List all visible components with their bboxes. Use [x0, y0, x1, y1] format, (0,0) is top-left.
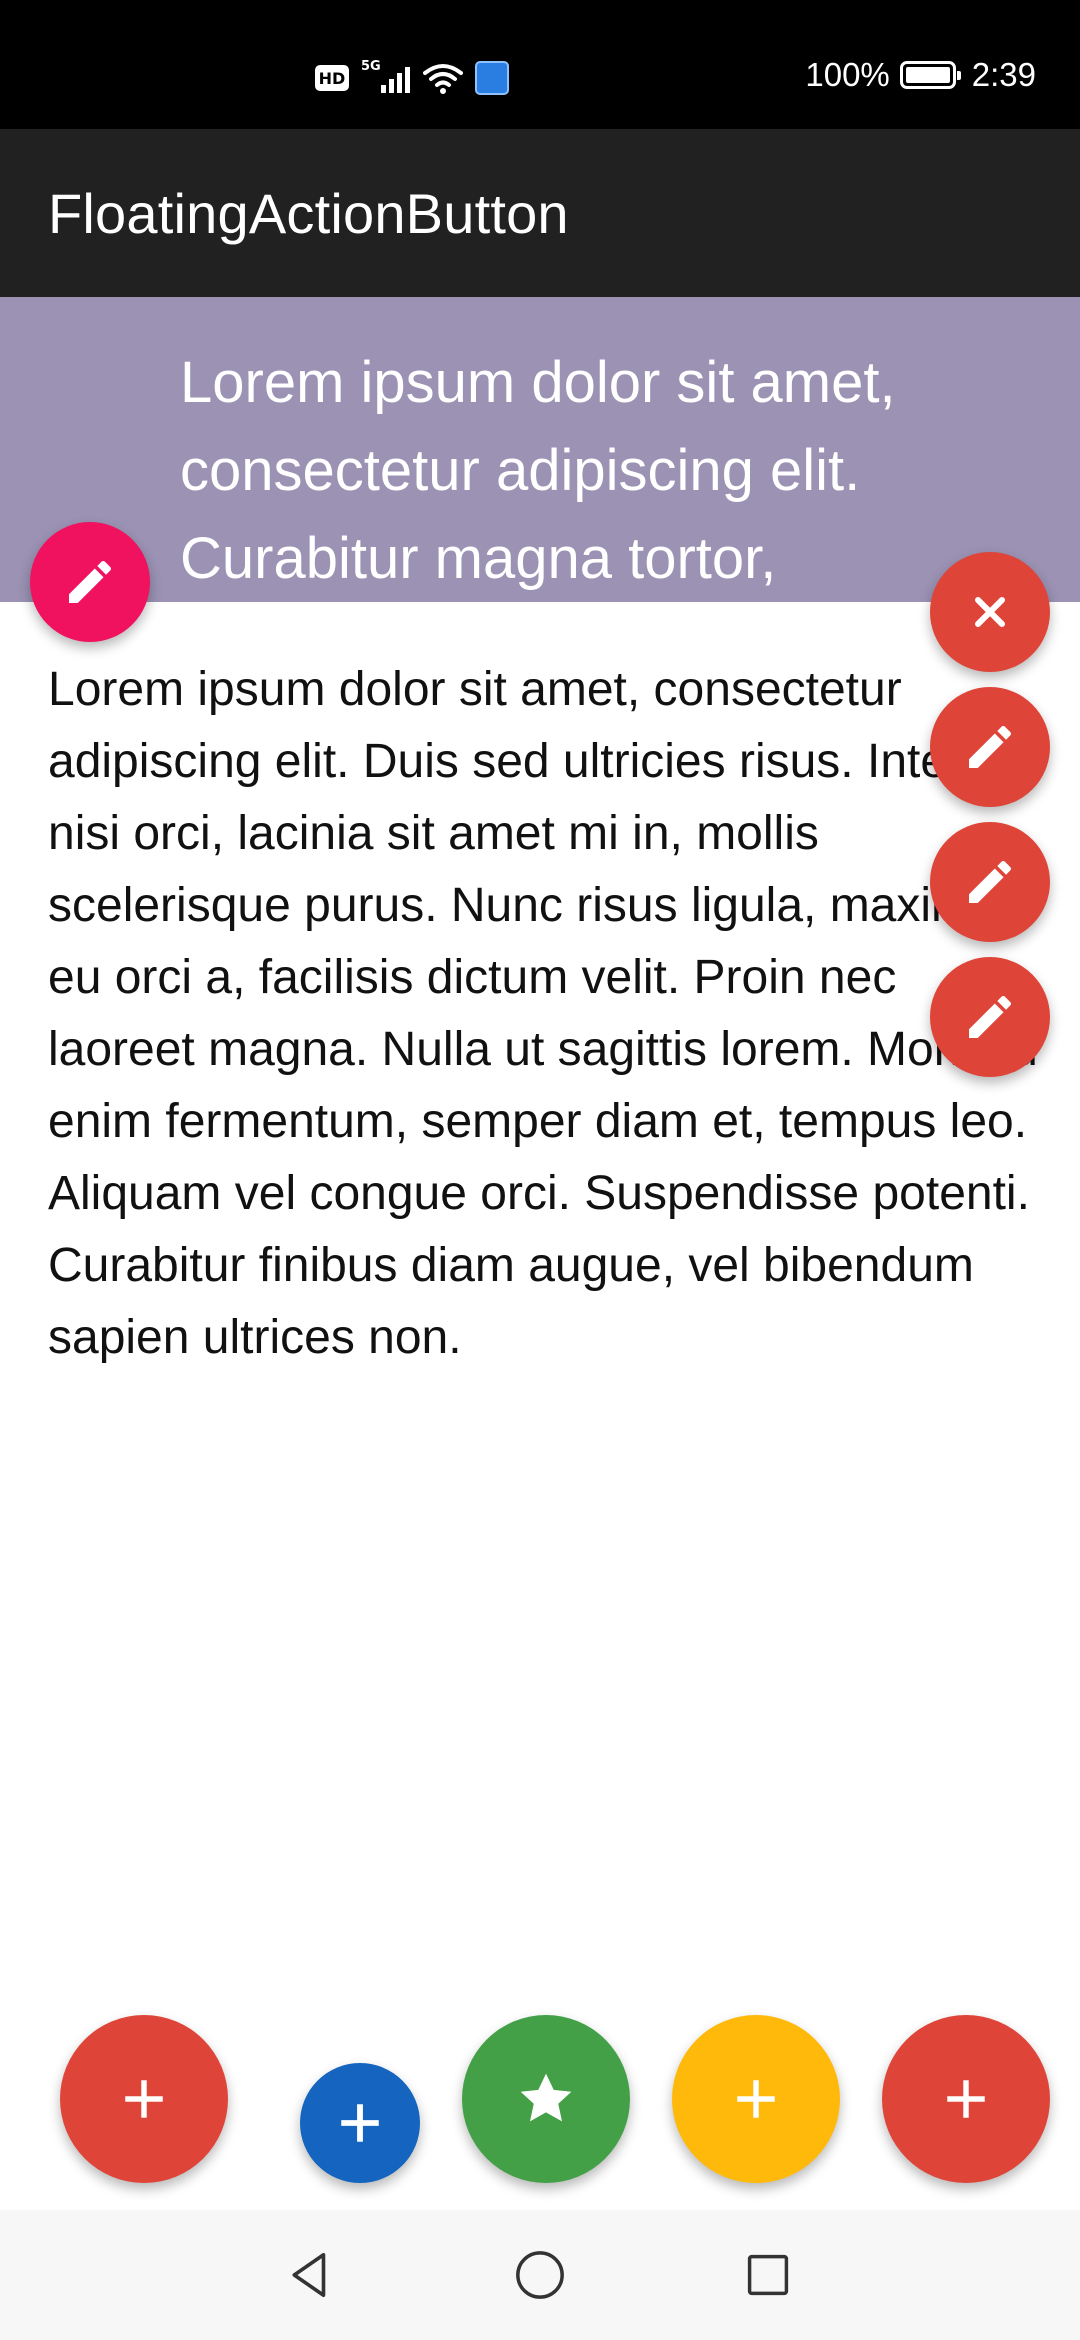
pencil-icon — [969, 725, 1012, 768]
header-text: Lorem ipsum dolor sit amet, consectetur … — [180, 350, 896, 591]
app-title: FloatingActionButton — [48, 182, 569, 245]
wifi-icon — [423, 64, 463, 94]
header-banner: Lorem ipsum dolor sit amet, consectetur … — [0, 297, 1080, 602]
notification-app-icon — [475, 61, 509, 95]
menu-close-fab[interactable] — [930, 552, 1050, 672]
pencil-icon — [69, 560, 112, 603]
app-bar: FloatingActionButton — [0, 129, 1080, 297]
close-icon — [975, 597, 1005, 627]
menu-edit-fab-1[interactable] — [930, 687, 1050, 807]
status-bar: HD 5G 100% 2:39 — [0, 0, 1080, 129]
plus-icon — [125, 2080, 163, 2118]
clock: 2:39 — [971, 56, 1036, 93]
menu-edit-fab-2[interactable] — [930, 822, 1050, 942]
battery-icon — [899, 61, 961, 89]
network-type-label: 5G — [361, 59, 381, 74]
status-right: 100% 2:39 — [805, 56, 1036, 94]
back-icon — [292, 2252, 326, 2298]
pencil-icon — [969, 860, 1012, 903]
menu-edit-fab-3[interactable] — [930, 957, 1050, 1077]
add-fab-blue-mini[interactable] — [300, 2063, 420, 2183]
add-fab-red-right[interactable] — [882, 2015, 1050, 2183]
status-icons: HD 5G — [315, 58, 509, 98]
pencil-icon — [969, 995, 1012, 1038]
plus-icon — [341, 2104, 379, 2142]
home-icon — [516, 2251, 564, 2299]
system-nav-bar — [0, 2210, 1080, 2340]
body-text: Lorem ipsum dolor sit amet, consectetur … — [48, 663, 1038, 1364]
home-button[interactable] — [510, 2245, 570, 2305]
add-fab-red-left[interactable] — [60, 2015, 228, 2183]
plus-icon — [947, 2080, 985, 2118]
header-edit-fab[interactable] — [30, 522, 150, 642]
hd-icon: HD — [315, 65, 349, 91]
recents-button[interactable] — [738, 2245, 798, 2305]
plus-icon — [737, 2080, 775, 2118]
battery-percent: 100% — [805, 56, 890, 93]
add-fab-yellow[interactable] — [672, 2015, 840, 2183]
star-fab-green[interactable] — [462, 2015, 630, 2183]
back-button[interactable] — [280, 2245, 340, 2305]
star-icon — [520, 2073, 572, 2122]
recents-icon — [747, 2254, 789, 2296]
cellular-signal-icon: 5G — [361, 59, 411, 95]
